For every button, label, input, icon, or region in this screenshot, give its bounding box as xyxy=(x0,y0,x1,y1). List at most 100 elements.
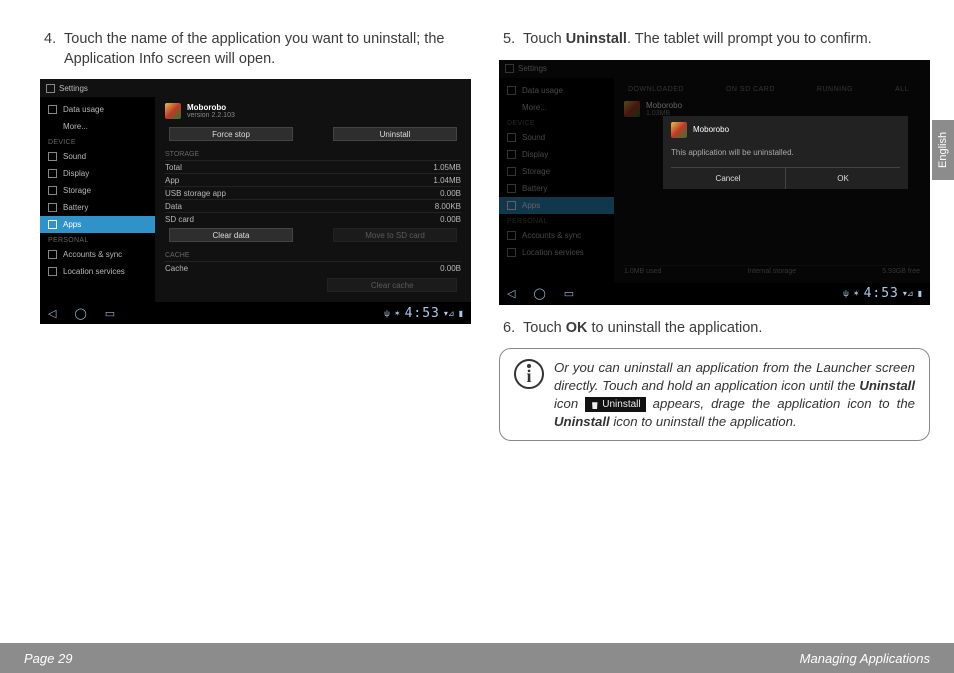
app-icon xyxy=(165,103,181,119)
sidebar-item-display[interactable]: Display xyxy=(40,165,155,182)
settings-header: Settings xyxy=(40,79,471,97)
info-text: Or you can uninstall an application from… xyxy=(554,359,915,430)
wifi-icon: ▾⊿ xyxy=(903,289,914,298)
debug-icon: ✶ xyxy=(394,309,401,318)
force-stop-button[interactable]: Force stop xyxy=(169,127,293,141)
screenshot-app-info: Settings Data usage More... DEVICE Sound… xyxy=(40,79,471,324)
sidebar-item-sound[interactable]: Sound xyxy=(40,148,155,165)
sidebar-item-data-usage[interactable]: Data usage xyxy=(40,101,155,118)
app-detail-pane: Moborobo version 2.2.103 Force stop Unin… xyxy=(155,97,471,302)
app-header: Moborobo version 2.2.103 xyxy=(165,103,461,119)
footer-section: Managing Applications xyxy=(800,651,930,666)
data-usage-icon xyxy=(48,105,57,114)
back-icon[interactable]: ◁ xyxy=(48,307,56,320)
recent-icon[interactable]: ▭ xyxy=(105,307,115,320)
storage-data: Data8.00KB xyxy=(165,199,461,212)
step-num: 6. xyxy=(499,319,523,339)
sidebar-item-battery: Battery xyxy=(499,180,614,197)
dialog-ok-button[interactable]: OK xyxy=(785,168,900,189)
screenshot-uninstall-dialog: Settings Data usage More... DEVICE Sound… xyxy=(499,60,930,305)
home-icon[interactable]: ◯ xyxy=(533,287,545,300)
location-icon xyxy=(48,267,57,276)
step-5: 5. Touch Uninstall. The tablet will prom… xyxy=(499,30,930,50)
step-num: 4. xyxy=(40,30,64,69)
storage-sd: SD card0.00B xyxy=(165,212,461,225)
debug-icon: ✶ xyxy=(853,289,860,298)
status-clock: 4:53 xyxy=(864,286,899,301)
status-clock: 4:53 xyxy=(405,306,440,321)
cache-section-label: CACHE xyxy=(165,252,461,259)
battery-icon xyxy=(48,203,57,212)
sidebar-item-battery[interactable]: Battery xyxy=(40,199,155,216)
usb-icon: ψ xyxy=(384,309,390,318)
storage-icon xyxy=(48,186,57,195)
apps-icon xyxy=(48,220,57,229)
storage-label: Internal storage xyxy=(747,268,796,275)
storage-cache: Cache0.00B xyxy=(165,261,461,274)
sidebar-item-storage[interactable]: Storage xyxy=(40,182,155,199)
info-icon: i xyxy=(514,359,544,389)
sidebar-item-location[interactable]: Location services xyxy=(40,263,155,280)
info-box: i Or you can uninstall an application fr… xyxy=(499,348,930,441)
sidebar-item-storage: Storage xyxy=(499,163,614,180)
storage-section-label: STORAGE xyxy=(165,151,461,158)
tab-all: ALL xyxy=(895,86,909,93)
app-version: version 2.2.103 xyxy=(187,112,235,119)
dialog-app-name: Moborobo xyxy=(693,125,729,134)
app-name: Moborobo xyxy=(187,103,235,112)
step-text: Touch OK to uninstall the application. xyxy=(523,319,930,339)
tab-downloaded: DOWNLOADED xyxy=(628,86,684,93)
step-6: 6. Touch OK to uninstall the application… xyxy=(499,319,930,339)
sidebar-item-accounts[interactable]: Accounts & sync xyxy=(40,246,155,263)
recent-icon[interactable]: ▭ xyxy=(564,287,574,300)
step-text: Touch Uninstall. The tablet will prompt … xyxy=(523,30,930,50)
step-num: 5. xyxy=(499,30,523,50)
move-sd-button: Move to SD card xyxy=(333,228,457,242)
settings-title: Settings xyxy=(59,84,88,93)
tab-running: RUNNING xyxy=(817,86,853,93)
sidebar-section-personal: PERSONAL xyxy=(40,233,155,246)
home-icon[interactable]: ◯ xyxy=(74,307,86,320)
settings-sidebar: Data usage More... DEVICE Sound Display … xyxy=(499,78,614,283)
dialog-message: This application will be uninstalled. xyxy=(671,144,900,167)
sidebar-item-location: Location services xyxy=(499,244,614,261)
uninstall-button[interactable]: Uninstall xyxy=(333,127,457,141)
tab-sd: ON SD CARD xyxy=(726,86,775,93)
sync-icon xyxy=(48,250,57,259)
sound-icon xyxy=(48,152,57,161)
sidebar-item-data-usage: Data usage xyxy=(499,82,614,99)
sidebar-item-accounts: Accounts & sync xyxy=(499,227,614,244)
system-nav-bar: ◁ ◯ ▭ ψ ✶ 4:53 ▾⊿ ▮ xyxy=(499,283,930,305)
sidebar-item-apps[interactable]: Apps xyxy=(40,216,155,233)
sidebar-item-more[interactable]: More... xyxy=(40,118,155,135)
storage-total: Total1.05MB xyxy=(165,160,461,173)
step-text: Touch the name of the application you wa… xyxy=(64,30,471,69)
language-tab[interactable]: English xyxy=(932,120,954,180)
settings-icon xyxy=(505,64,514,73)
dialog-cancel-button[interactable]: Cancel xyxy=(671,168,785,189)
footer-page: Page 29 xyxy=(24,651,72,666)
settings-icon xyxy=(46,84,55,93)
sidebar-item-display: Display xyxy=(499,146,614,163)
sidebar-item-sound: Sound xyxy=(499,129,614,146)
storage-free: 5.93GB free xyxy=(882,268,920,275)
step-4: 4. Touch the name of the application you… xyxy=(40,30,471,69)
display-icon xyxy=(48,169,57,178)
sidebar-item-apps: Apps xyxy=(499,197,614,214)
battery-status-icon: ▮ xyxy=(459,309,463,318)
trash-icon xyxy=(590,399,599,409)
app-icon xyxy=(671,122,687,138)
clear-data-button[interactable]: Clear data xyxy=(169,228,293,242)
sidebar-item-more: More... xyxy=(499,99,614,116)
uninstall-badge: Uninstall xyxy=(585,397,645,413)
settings-header: Settings xyxy=(499,60,930,78)
apps-tabs: DOWNLOADED ON SD CARD RUNNING ALL xyxy=(624,84,920,97)
page-footer: Page 29 Managing Applications xyxy=(0,643,954,673)
storage-app: App1.04MB xyxy=(165,173,461,186)
battery-status-icon: ▮ xyxy=(918,289,922,298)
uninstall-dialog: Moborobo This application will be uninst… xyxy=(663,116,908,189)
app-icon xyxy=(624,101,640,117)
system-nav-bar: ◁ ◯ ▭ ψ ✶ 4:53 ▾⊿ ▮ xyxy=(40,302,471,324)
settings-sidebar: Data usage More... DEVICE Sound Display … xyxy=(40,97,155,302)
back-icon[interactable]: ◁ xyxy=(507,287,515,300)
